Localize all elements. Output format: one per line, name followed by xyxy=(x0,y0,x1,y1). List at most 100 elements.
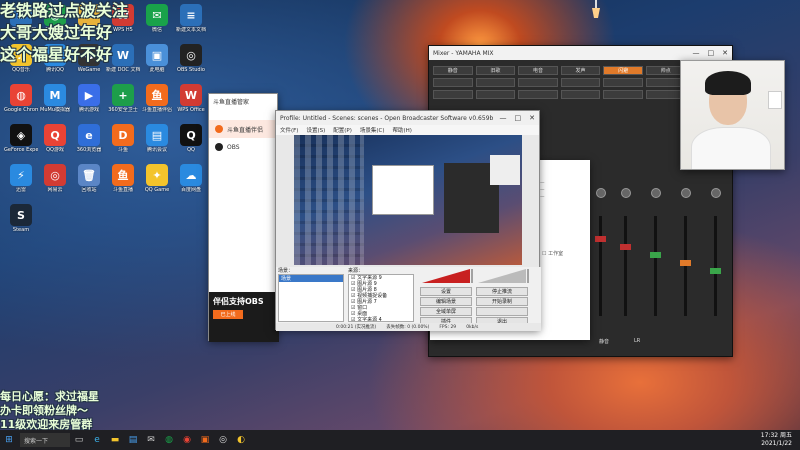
mixer-cell[interactable] xyxy=(433,90,473,99)
desktop-icon[interactable]: ⚡ 迅雷 xyxy=(4,164,38,193)
close-icon[interactable]: ✕ xyxy=(722,49,728,57)
mail-icon[interactable]: ✉ xyxy=(142,430,160,450)
mixer-fader[interactable] xyxy=(710,216,721,316)
wechat-icon[interactable]: ◍ xyxy=(160,430,178,450)
minimize-icon[interactable]: — xyxy=(693,49,700,57)
mixer-channel-button[interactable]: 静音 xyxy=(433,66,473,75)
mixer-cell[interactable] xyxy=(560,90,601,99)
windows-start-icon[interactable]: ⊞ xyxy=(0,430,18,450)
task-view-icon[interactable]: ▭ xyxy=(70,430,88,450)
mixer-cell[interactable] xyxy=(603,90,643,99)
obs-titlebar[interactable]: Profile: Untitled - Scenes: scenes - Ope… xyxy=(276,111,539,125)
desktop-icon[interactable]: ◎ 网易云 xyxy=(38,164,72,193)
mixer-channel-strip[interactable] xyxy=(594,186,608,336)
desktop-icon[interactable]: D 斗鱼 xyxy=(106,124,140,153)
obs-control-button[interactable]: 设置 xyxy=(420,287,472,296)
mixer-channel-button[interactable]: 旧歌 xyxy=(475,66,516,75)
desktop-icon[interactable]: ◈GeForce Experience xyxy=(4,124,38,153)
desktop-icon[interactable]: ☁ 百度网盘 xyxy=(174,164,208,193)
sources-list[interactable]: ☑ 文字来源 9 ☑ 图片源 9 ☑ 图片源 8 ☑ 视频捕捉设备 ☑ 图片源 7 ☑ 窗… xyxy=(348,274,414,322)
mixer-channel-button[interactable]: 闪避 xyxy=(603,66,643,75)
desktop-icon[interactable]: ✦ QQ Game xyxy=(140,164,174,193)
desktop-icon[interactable]: ≡ 新建文本文档 xyxy=(174,4,208,33)
mixer-fader[interactable] xyxy=(620,216,631,316)
app-taskbar-icon[interactable]: ◐ xyxy=(232,430,250,450)
minimize-icon[interactable]: — xyxy=(500,114,507,122)
desktop-icon[interactable]: 鱼斗鱼直播伴侣 xyxy=(140,84,174,113)
desktop-icon[interactable]: W WPS Office xyxy=(174,84,208,113)
mixer-knob[interactable] xyxy=(711,188,721,198)
chrome-icon[interactable]: ◉ xyxy=(178,430,196,450)
desktop-icon[interactable]: Q QQ游戏 xyxy=(38,124,72,153)
banner-button[interactable]: 已上线 xyxy=(213,310,243,319)
settings-checkbox[interactable]: ☐ 工作室 xyxy=(542,250,563,257)
maximize-icon[interactable]: □ xyxy=(708,49,715,57)
mixer-channel-strip[interactable] xyxy=(679,186,693,336)
scene-item[interactable]: 场景 xyxy=(279,275,343,282)
obs-menu-item[interactable]: 配置(P) xyxy=(333,126,352,134)
mixer-titlebar[interactable]: Mixer - YAMAHA MIX — □ ✕ xyxy=(429,46,732,60)
obs-control-button[interactable]: 停止推流 xyxy=(476,287,528,296)
desktop-icon[interactable]: ◎ OBS Studio xyxy=(174,44,208,73)
mixer-cell[interactable] xyxy=(475,90,516,99)
desktop-icon[interactable]: ▶ 腾讯游戏 xyxy=(72,84,106,113)
mixer-cell[interactable] xyxy=(518,78,558,87)
douyu-promo-banner[interactable]: 伴侣支持OBS 已上线 xyxy=(209,292,279,342)
mixer-channel-strip[interactable] xyxy=(709,186,723,336)
mixer-channel-button[interactable]: 发声 xyxy=(560,66,601,75)
douyu-taskbar-icon[interactable]: ▣ xyxy=(196,430,214,450)
scenes-list[interactable]: 场景 xyxy=(278,274,344,322)
douyu-item-assistant[interactable]: 斗鱼直播伴侣 xyxy=(209,120,277,138)
mixer-knob[interactable] xyxy=(596,188,606,198)
desktop-icon[interactable]: 🗑 回收站 xyxy=(72,164,106,193)
mixer-cell[interactable] xyxy=(603,78,643,87)
mixer-fader[interactable] xyxy=(595,216,606,316)
store-icon[interactable]: ▤ xyxy=(124,430,142,450)
desktop-icon[interactable]: ◍Google Chrome xyxy=(4,84,38,113)
file-explorer-icon[interactable]: ▬ xyxy=(106,430,124,450)
douyu-item-obs[interactable]: OBS xyxy=(209,138,277,156)
douyu-titlebar[interactable]: 斗鱼直播管家 xyxy=(209,94,277,108)
mixer-channel-button[interactable]: 电音 xyxy=(518,66,558,75)
fader-cap[interactable] xyxy=(710,268,721,274)
mixer-cell[interactable] xyxy=(433,78,473,87)
mixer-cell[interactable] xyxy=(475,78,516,87)
fader-cap[interactable] xyxy=(620,244,631,250)
mixer-channel-strip[interactable] xyxy=(619,186,633,336)
desktop-icon[interactable]: +360安全卫士 xyxy=(106,84,140,113)
maximize-icon[interactable]: □ xyxy=(515,114,522,122)
system-tray-clock[interactable]: 17:32 周五 2021/1/22 xyxy=(761,432,792,448)
desktop-icon[interactable]: 鱼斗鱼直播 xyxy=(106,164,140,193)
obs-control-button[interactable]: 全域单屏 xyxy=(420,307,472,316)
mixer-channel-strip[interactable] xyxy=(649,186,663,336)
douyu-launcher-window[interactable]: 斗鱼直播管家 斗鱼直播伴侣 OBS 伴侣支持OBS 已上线 xyxy=(208,93,279,342)
obs-taskbar-icon[interactable]: ◎ xyxy=(214,430,232,450)
obs-control-button[interactable]: 编辑场景 xyxy=(420,297,472,306)
desktop-icon[interactable]: ▤ 腾讯会议 xyxy=(140,124,174,153)
obs-preview[interactable] xyxy=(294,135,522,265)
fader-cap[interactable] xyxy=(650,252,661,258)
obs-window[interactable]: Profile: Untitled - Scenes: scenes - Ope… xyxy=(275,110,541,331)
obs-menu-item[interactable]: 场景集(C) xyxy=(360,126,385,134)
fader-cap[interactable] xyxy=(595,236,606,242)
desktop-icon[interactable]: e 360浏览器 xyxy=(72,124,106,153)
mixer-fader[interactable] xyxy=(650,216,661,316)
desktop-icon[interactable]: Q QQ xyxy=(174,124,208,153)
mixer-cell[interactable] xyxy=(560,78,601,87)
mixer-knob[interactable] xyxy=(621,188,631,198)
edge-icon[interactable]: e xyxy=(88,430,106,450)
mixer-knob[interactable] xyxy=(651,188,661,198)
obs-menu-item[interactable]: 帮助(H) xyxy=(393,126,412,134)
taskbar-search[interactable]: 搜索一下 xyxy=(20,433,70,447)
fader-cap[interactable] xyxy=(680,260,691,266)
obs-menu-item[interactable]: 文件(F) xyxy=(280,126,298,134)
source-item[interactable]: ☑ 文字来源 4 xyxy=(349,317,413,321)
close-icon[interactable]: ✕ xyxy=(529,114,535,122)
mixer-fader[interactable] xyxy=(680,216,691,316)
mixer-cell[interactable] xyxy=(518,90,558,99)
obs-control-button[interactable] xyxy=(476,307,528,316)
mixer-knob[interactable] xyxy=(681,188,691,198)
obs-menu-item[interactable]: 设置(S) xyxy=(306,126,325,134)
desktop-icon[interactable]: M MuMu模拟器 xyxy=(38,84,72,113)
desktop-icon[interactable]: S Steam xyxy=(4,204,38,233)
